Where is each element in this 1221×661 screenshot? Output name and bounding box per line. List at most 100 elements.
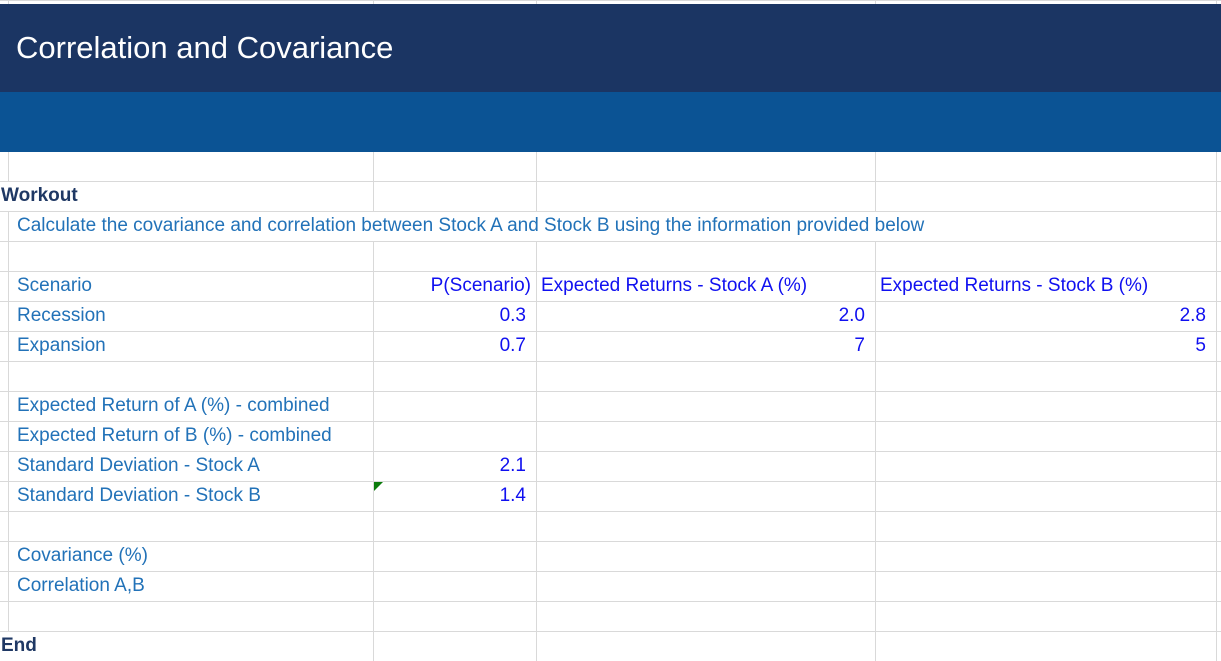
cell-stock-b-header[interactable]: Expected Returns - Stock B (%) xyxy=(875,272,1216,301)
cell-stddev-b-label[interactable]: Standard Deviation - Stock B xyxy=(8,482,373,511)
cell-stddev-a-value[interactable]: 2.1 xyxy=(373,452,536,481)
cell[interactable] xyxy=(536,632,875,661)
cell[interactable] xyxy=(373,602,536,631)
cell-edge xyxy=(0,512,8,541)
cell[interactable] xyxy=(373,182,536,211)
sheet-row xyxy=(0,362,1221,392)
cell[interactable] xyxy=(8,512,373,541)
cell-covariance-label[interactable]: Covariance (%) xyxy=(8,542,373,571)
sheet-row xyxy=(0,242,1221,272)
cell[interactable] xyxy=(875,392,1216,421)
cell[interactable] xyxy=(8,602,373,631)
cell-stddev-b-value[interactable]: 1.4 xyxy=(373,482,536,511)
cell-edge xyxy=(0,572,8,601)
cell-edge xyxy=(1216,632,1221,661)
cell-edge xyxy=(0,422,8,451)
cell-expansion-return-a[interactable]: 7 xyxy=(536,332,875,361)
sheet-row xyxy=(0,152,1221,182)
cell-edge xyxy=(0,362,8,391)
cell[interactable] xyxy=(875,152,1216,181)
cell[interactable] xyxy=(536,242,875,271)
cell[interactable] xyxy=(373,632,536,661)
cell[interactable] xyxy=(536,392,875,421)
cell[interactable] xyxy=(536,542,875,571)
cell-stddev-a-label[interactable]: Standard Deviation - Stock A xyxy=(8,452,373,481)
cell[interactable] xyxy=(875,452,1216,481)
cell-edge xyxy=(0,602,8,631)
cell[interactable] xyxy=(536,602,875,631)
row-stddev-a: Standard Deviation - Stock A 2.1 xyxy=(0,452,1221,482)
row-combined-b: Expected Return of B (%) - combined xyxy=(0,422,1221,452)
cell xyxy=(8,1,373,4)
error-flag-icon xyxy=(374,482,383,491)
cell-edge xyxy=(1216,152,1221,181)
cell-edge xyxy=(1216,362,1221,391)
cell-edge xyxy=(1216,1,1221,4)
row-covariance: Covariance (%) xyxy=(0,542,1221,572)
cell-recession-label[interactable]: Recession xyxy=(8,302,373,331)
cell[interactable] xyxy=(536,452,875,481)
cell[interactable] xyxy=(8,362,373,391)
cell[interactable] xyxy=(875,512,1216,541)
cell-recession-return-a[interactable]: 2.0 xyxy=(536,302,875,331)
cell-end-label[interactable]: End xyxy=(0,632,373,661)
sheet-row xyxy=(0,512,1221,542)
cell-probability-header[interactable]: P(Scenario) xyxy=(373,272,536,301)
cell[interactable] xyxy=(875,362,1216,391)
cell-stock-a-header[interactable]: Expected Returns - Stock A (%) xyxy=(536,272,875,301)
cell[interactable] xyxy=(875,572,1216,601)
cell[interactable] xyxy=(875,422,1216,451)
cell[interactable] xyxy=(373,242,536,271)
cell[interactable] xyxy=(536,572,875,601)
cell[interactable] xyxy=(875,482,1216,511)
cell[interactable] xyxy=(373,512,536,541)
cell[interactable] xyxy=(536,482,875,511)
cell[interactable] xyxy=(536,182,875,211)
cell-combined-a-value[interactable] xyxy=(373,392,536,421)
cell-correlation-label[interactable]: Correlation A,B xyxy=(8,572,373,601)
cell-scenario-header[interactable]: Scenario xyxy=(8,272,373,301)
cell-instruction-text[interactable]: Calculate the covariance and correlation… xyxy=(8,212,1216,241)
cell-expansion-label[interactable]: Expansion xyxy=(8,332,373,361)
cell-expansion-return-b[interactable]: 5 xyxy=(875,332,1216,361)
cell-edge xyxy=(0,152,8,181)
cell[interactable] xyxy=(875,602,1216,631)
row-end: End xyxy=(0,632,1221,661)
cell[interactable] xyxy=(875,182,1216,211)
row-combined-a: Expected Return of A (%) - combined xyxy=(0,392,1221,422)
cell-combined-b-label[interactable]: Expected Return of B (%) - combined xyxy=(8,422,373,451)
cell-covariance-value[interactable] xyxy=(373,542,536,571)
cell[interactable] xyxy=(875,542,1216,571)
cell-recession-probability[interactable]: 0.3 xyxy=(373,302,536,331)
cell[interactable] xyxy=(8,152,373,181)
cell[interactable] xyxy=(536,422,875,451)
cell-edge xyxy=(1216,512,1221,541)
cell xyxy=(536,1,875,4)
cell[interactable] xyxy=(875,632,1216,661)
cell-edge xyxy=(0,212,8,241)
cell[interactable] xyxy=(536,512,875,541)
cell[interactable] xyxy=(875,242,1216,271)
cell-edge xyxy=(0,1,8,4)
sheet-title: Correlation and Covariance xyxy=(0,30,393,66)
cell[interactable] xyxy=(8,242,373,271)
row-correlation: Correlation A,B xyxy=(0,572,1221,602)
row-recession: Recession 0.3 2.0 2.8 xyxy=(0,302,1221,332)
cell-combined-b-value[interactable] xyxy=(373,422,536,451)
cell-edge xyxy=(0,482,8,511)
cell-workout-label[interactable]: Workout xyxy=(0,182,373,211)
cell-recession-return-b[interactable]: 2.8 xyxy=(875,302,1216,331)
cell[interactable] xyxy=(373,152,536,181)
subtitle-banner xyxy=(0,92,1221,152)
cell-edge xyxy=(0,452,8,481)
cell[interactable] xyxy=(373,362,536,391)
cell-correlation-value[interactable] xyxy=(373,572,536,601)
cell-edge xyxy=(1216,242,1221,271)
cell-expansion-probability[interactable]: 0.7 xyxy=(373,332,536,361)
cell-edge xyxy=(0,272,8,301)
cell-edge xyxy=(0,332,8,361)
cell[interactable] xyxy=(536,362,875,391)
cell-combined-a-label[interactable]: Expected Return of A (%) - combined xyxy=(8,392,373,421)
cell[interactable] xyxy=(536,152,875,181)
sheet-row xyxy=(0,602,1221,632)
